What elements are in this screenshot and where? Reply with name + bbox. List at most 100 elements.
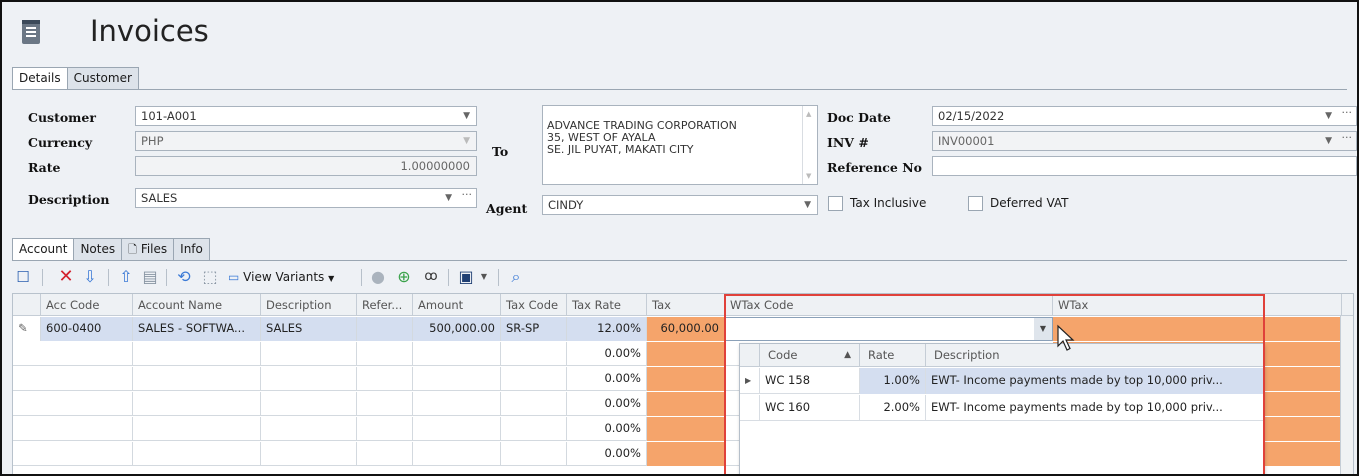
cell-tax-code[interactable] [501,417,567,441]
tab-files[interactable]: 🗋 Files [121,238,175,260]
chevron-down-icon[interactable]: ▼ [804,196,811,214]
chevron-down-icon[interactable]: ▼ [1325,132,1332,150]
wtax-code-editor[interactable]: ▼ [725,317,1053,341]
cell-tax-rate[interactable]: 0.00% [567,442,647,466]
cell-amount[interactable] [413,442,501,466]
grid-vertical-scrollbar[interactable] [1340,316,1353,474]
cell-acc-code[interactable] [41,367,133,391]
cell-tax-code[interactable] [501,367,567,391]
doc-date-field[interactable]: 02/15/2022 ▼ ··· [932,106,1357,126]
agent-field[interactable]: CINDY ▼ [542,195,818,215]
cell-account-name[interactable] [133,442,261,466]
rate-field[interactable]: 1.00000000 [135,156,477,176]
list-item[interactable]: ▶ WC 158 1.00% EWT- Income payments made… [740,368,1265,394]
cell-acc-code[interactable] [41,342,133,366]
description-field[interactable]: SALES ▼ ··· [135,188,477,208]
cell-acc-code[interactable] [41,392,133,416]
option-description[interactable]: EWT- Income payments made by top 10,000 … [926,368,1265,394]
chevron-down-icon[interactable]: ▼ [1325,107,1332,125]
tab-notes[interactable]: Notes [73,238,123,260]
cell-account-name[interactable] [133,342,261,366]
ellipsis-icon[interactable]: ··· [1342,129,1353,147]
currency-field[interactable]: PHP ▼ [135,131,477,151]
option-rate[interactable]: 1.00% [860,368,926,394]
cell-reference[interactable] [357,342,413,366]
cell-account-name[interactable] [133,417,261,441]
cell-reference[interactable] [357,317,413,341]
search-icon[interactable]: ⌕ [506,267,526,287]
cell-tax[interactable] [647,342,725,366]
cell-tax[interactable] [647,367,725,391]
tab-customer[interactable]: Customer [66,67,139,89]
col-reference[interactable]: Refer... [357,294,413,316]
cell-reference[interactable] [357,367,413,391]
chevron-down-icon[interactable]: ▼ [463,107,470,125]
disabled-circle-icon[interactable]: ● [368,267,388,287]
customer-field[interactable]: 101-A001 ▼ [135,106,477,126]
cell-description[interactable] [261,442,357,466]
cell-tax[interactable] [647,392,725,416]
col-tax[interactable]: Tax [647,294,725,316]
inv-no-field[interactable]: INV00001 ▼ ··· [932,131,1357,151]
cell-reference[interactable] [357,392,413,416]
col-tax-rate[interactable]: Tax Rate [567,294,647,316]
cell-reference[interactable] [357,417,413,441]
cell-acc-code[interactable] [41,442,133,466]
address-scrollbar[interactable] [802,106,817,184]
option-description[interactable]: EWT- Income payments made by top 10,000 … [926,395,1265,421]
tab-details[interactable]: Details [12,67,68,90]
cell-account-name[interactable] [133,392,261,416]
cell-amount[interactable]: 500,000.00 [413,317,501,341]
cell-tax-rate[interactable]: 0.00% [567,392,647,416]
cell-acc-code[interactable] [41,417,133,441]
cell-account-name[interactable]: SALES - SOFTWA... [133,317,261,341]
to-address-box[interactable]: ADVANCE TRADING CORPORATION 35, WEST OF … [542,105,818,185]
cell-tax-rate[interactable]: 12.00% [567,317,647,341]
cell-tax-code[interactable] [501,342,567,366]
reference-no-field[interactable] [932,156,1357,176]
cell-amount[interactable] [413,342,501,366]
col-wtax-code[interactable]: WTax Code [725,294,1053,316]
cell-tax[interactable]: 60,000.00 [647,317,725,341]
cell-description[interactable] [261,392,357,416]
cell-tax-rate[interactable]: 0.00% [567,417,647,441]
cell-tax-rate[interactable]: 0.00% [567,342,647,366]
export-icon[interactable]: ⬚ [200,267,220,287]
option-rate[interactable]: 2.00% [860,395,926,421]
chevron-down-icon[interactable]: ▼ [1034,318,1052,340]
cell-tax[interactable] [647,442,725,466]
cell-reference[interactable] [357,442,413,466]
deferred-vat-checkbox[interactable] [968,196,983,211]
cell-tax[interactable] [647,417,725,441]
cell-tax-code[interactable]: SR-SP [501,317,567,341]
cell-tax-code[interactable] [501,392,567,416]
cell-description[interactable] [261,417,357,441]
cell-tax-rate[interactable]: 0.00% [567,367,647,391]
col-acc-code[interactable]: Acc Code [41,294,133,316]
cell-description[interactable] [261,367,357,391]
cell-description[interactable] [261,342,357,366]
refresh-icon[interactable]: ⟲ [174,267,194,287]
cell-amount[interactable] [413,417,501,441]
new-row-icon[interactable]: ☐ [14,267,32,287]
tab-info[interactable]: Info [173,238,210,260]
tax-inclusive-checkbox[interactable] [828,196,843,211]
popup-col-code[interactable]: Code ▲ [760,344,860,367]
find-icon[interactable]: ꝏ [420,267,442,287]
cell-wtax[interactable] [1053,317,1342,341]
col-description[interactable]: Description [261,294,357,316]
cell-description[interactable]: SALES [261,317,357,341]
list-item[interactable]: WC 160 2.00% EWT- Income payments made b… [740,395,1265,421]
chevron-down-icon[interactable]: ▼ [478,267,490,287]
col-amount[interactable]: Amount [413,294,501,316]
cell-account-name[interactable] [133,367,261,391]
popup-col-rate[interactable]: Rate [860,344,926,367]
move-up-icon[interactable]: ⇧ [116,267,136,287]
col-tax-code[interactable]: Tax Code [501,294,567,316]
tab-account[interactable]: Account [12,238,75,260]
save-layout-icon[interactable]: ▣ [456,267,476,287]
col-wtax[interactable]: WTax [1053,294,1342,316]
move-down-icon[interactable]: ⇩ [80,267,100,287]
col-account-name[interactable]: Account Name [133,294,261,316]
add-circle-icon[interactable]: ⊕ [394,267,414,287]
